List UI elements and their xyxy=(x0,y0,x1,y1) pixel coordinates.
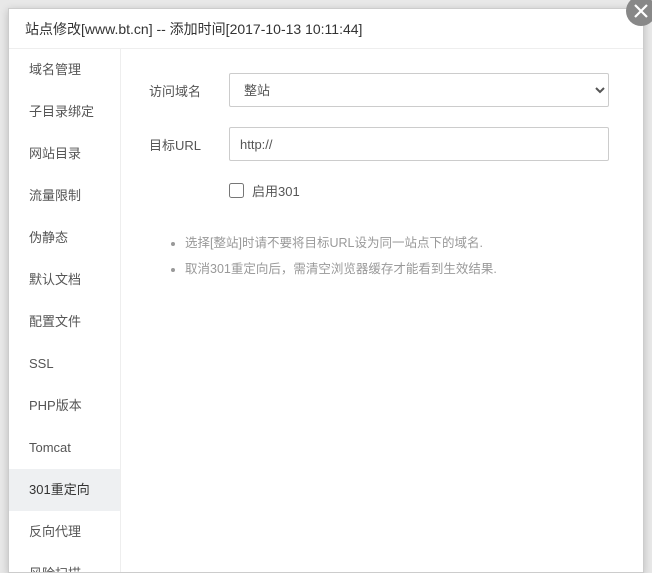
tip-item: 选择[整站]时请不要将目标URL设为同一站点下的域名. xyxy=(185,230,615,256)
sidebar-item-ssl[interactable]: SSL xyxy=(9,343,120,385)
input-target-url[interactable] xyxy=(229,127,609,161)
checkbox-enable-301[interactable] xyxy=(229,183,244,198)
sidebar-item-risk-scan[interactable]: 风险扫描 xyxy=(9,553,120,572)
row-access-domain: 访问域名 整站 xyxy=(149,73,615,107)
label-target-url: 目标URL xyxy=(149,135,229,154)
tip-item: 取消301重定向后，需清空浏览器缓存才能看到生效结果. xyxy=(185,256,615,282)
sidebar: 域名管理子目录绑定网站目录流量限制伪静态默认文档配置文件SSLPHP版本Tomc… xyxy=(9,49,121,572)
site-edit-modal: 站点修改[www.bt.cn] -- 添加时间[2017-10-13 10:11… xyxy=(8,8,644,573)
row-enable-301: 启用301 xyxy=(229,181,615,200)
label-enable-301[interactable]: 启用301 xyxy=(252,181,300,200)
sidebar-item-rate-limit[interactable]: 流量限制 xyxy=(9,175,120,217)
sidebar-item-rewrite[interactable]: 伪静态 xyxy=(9,217,120,259)
modal-titlebar: 站点修改[www.bt.cn] -- 添加时间[2017-10-13 10:11… xyxy=(9,9,643,49)
sidebar-item-default-doc[interactable]: 默认文档 xyxy=(9,259,120,301)
close-icon xyxy=(634,4,648,18)
tips-list: 选择[整站]时请不要将目标URL设为同一站点下的域名.取消301重定向后，需清空… xyxy=(169,230,615,282)
modal-title: 站点修改[www.bt.cn] -- 添加时间[2017-10-13 10:11… xyxy=(25,21,362,37)
label-access-domain: 访问域名 xyxy=(149,81,229,100)
content-301: 访问域名 整站 目标URL 启用301 选择[整站]时请不要将目标URL设为同一… xyxy=(121,49,643,572)
sidebar-item-subdir-bind[interactable]: 子目录绑定 xyxy=(9,91,120,133)
sidebar-item-config-file[interactable]: 配置文件 xyxy=(9,301,120,343)
sidebar-item-site-dir[interactable]: 网站目录 xyxy=(9,133,120,175)
modal-body: 域名管理子目录绑定网站目录流量限制伪静态默认文档配置文件SSLPHP版本Tomc… xyxy=(9,49,643,572)
row-target-url: 目标URL xyxy=(149,127,615,161)
sidebar-item-domain-mgmt[interactable]: 域名管理 xyxy=(9,49,120,91)
sidebar-item-redirect-301[interactable]: 301重定向 xyxy=(9,469,120,511)
sidebar-item-reverse-proxy[interactable]: 反向代理 xyxy=(9,511,120,553)
sidebar-item-php-version[interactable]: PHP版本 xyxy=(9,385,120,427)
select-access-domain[interactable]: 整站 xyxy=(229,73,609,107)
sidebar-item-tomcat[interactable]: Tomcat xyxy=(9,427,120,469)
